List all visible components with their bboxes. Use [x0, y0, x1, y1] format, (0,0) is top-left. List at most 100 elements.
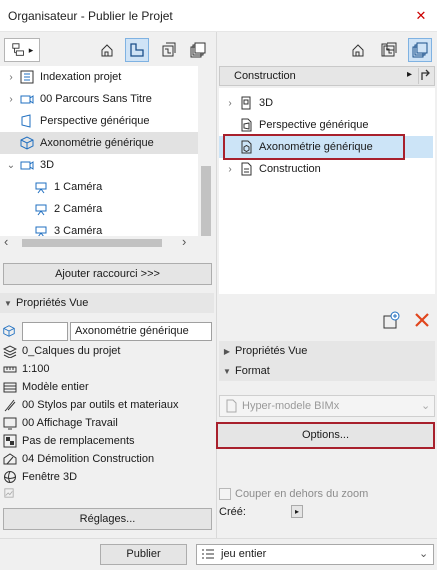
project-map-icon — [101, 44, 113, 57]
tree-item-perspective-doc[interactable]: Perspective générique — [219, 114, 433, 136]
view-name-field[interactable]: Axonométrie générique — [70, 322, 212, 341]
prop-label: 1:100 — [22, 363, 50, 375]
options-button[interactable]: Options... — [216, 422, 435, 449]
collapse-triangle-icon: ▼ — [223, 366, 231, 376]
chevron-down-icon: ⌄ — [419, 548, 429, 560]
layout-book-icon — [162, 42, 176, 57]
expand-chevron-icon[interactable]: › — [4, 72, 18, 83]
scrollbar-thumb[interactable] — [22, 239, 162, 247]
scale-row[interactable]: 1:100 — [2, 360, 50, 378]
pen-set-row[interactable]: 00 Stylos par outils et materiaux — [2, 396, 179, 414]
bimx-format-icon — [224, 399, 238, 416]
expand-chevron-icon[interactable]: › — [4, 94, 18, 105]
renovation-icon — [2, 452, 18, 466]
created-arrow-button[interactable]: ▸ — [291, 505, 303, 518]
layout-book-button-2[interactable] — [378, 38, 402, 62]
tree-horizontal-scrollbar[interactable]: ‹ › — [0, 234, 198, 250]
nav-mode-button[interactable]: ▸ — [4, 38, 40, 62]
publish-scope-select[interactable]: jeu entier ⌄ — [196, 544, 434, 565]
3d-window-icon — [2, 470, 18, 484]
view-id-input[interactable] — [22, 322, 68, 341]
image-placeholder-icon — [4, 488, 14, 501]
tree-item-label: Indexation projet — [40, 71, 122, 83]
scrollbar-thumb[interactable] — [201, 166, 211, 236]
tree-item-label: 3D — [40, 159, 55, 171]
tree-item-label: Perspective générique — [259, 119, 369, 131]
prop-label: 00 Affichage Travail — [22, 417, 118, 429]
tree-item-indexation[interactable]: › Indexation projet — [0, 66, 198, 88]
folder-3d-icon — [237, 95, 255, 111]
format-header[interactable]: ▼ Format — [219, 361, 435, 381]
crop-checkbox[interactable] — [219, 488, 231, 500]
camera-icon — [32, 179, 50, 195]
scope-value: jeu entier — [221, 548, 267, 560]
crop-label: Couper en dehors du zoom — [235, 488, 369, 500]
crop-checkbox-row[interactable]: Couper en dehors du zoom — [219, 486, 368, 502]
tree-item-label: Axonométrie générique — [40, 137, 154, 149]
tree-item-3d[interactable]: ⌄ 3D — [0, 154, 198, 176]
tree-item-axonometry[interactable]: Axonométrie générique — [0, 132, 198, 154]
prop-label: 00 Stylos par outils et materiaux — [22, 399, 179, 411]
publisher-sets-button[interactable] — [408, 38, 432, 62]
right-view-properties-header[interactable]: ▶ Propriétés Vue — [219, 341, 435, 361]
model-view-options-row[interactable]: 00 Affichage Travail — [2, 414, 118, 432]
publisher-set-bar[interactable]: Construction ▸ — [219, 66, 435, 86]
layout-book-button[interactable] — [157, 38, 181, 62]
format-value: Hyper-modele BIMx — [242, 400, 340, 412]
camera-group-icon — [18, 157, 36, 173]
tree-item-label: Perspective générique — [40, 115, 150, 127]
publisher-sets-button[interactable] — [186, 38, 210, 62]
project-map-button[interactable] — [97, 38, 121, 62]
set-dropdown-arrow-icon[interactable]: ▸ — [407, 69, 412, 80]
collapse-triangle-icon: ▼ — [4, 298, 12, 308]
publish-button[interactable]: Publier — [100, 544, 187, 565]
structure-display-row[interactable]: Modèle entier — [2, 378, 89, 396]
format-select[interactable]: Hyper-modele BIMx ⌄ — [219, 395, 435, 417]
collapse-chevron-icon[interactable]: ⌄ — [4, 160, 18, 171]
add-shortcut-button[interactable]: Ajouter raccourci >>> — [3, 263, 212, 285]
scope-icon — [201, 548, 215, 565]
tree-item-construction-folder[interactable]: › Construction — [219, 158, 433, 180]
tree-item-label: 2 Caméra — [54, 203, 103, 215]
tree-item-label: 00 Parcours Sans Titre — [40, 93, 152, 105]
publisher-sets-icon — [190, 42, 206, 58]
graphic-override-row[interactable]: Pas de remplacements — [2, 432, 135, 450]
nav-dropdown-arrow-icon: ▸ — [28, 44, 34, 55]
section-title: Propriétés Vue — [235, 345, 308, 357]
go-up-icon[interactable] — [418, 68, 434, 84]
tree-item-parcours[interactable]: › 00 Parcours Sans Titre — [0, 88, 198, 110]
publisher-tree: › 3D Perspective générique Axonométrie g… — [219, 88, 435, 294]
tree-item-perspective[interactable]: Perspective générique — [0, 110, 198, 132]
selection-highlight-box — [223, 134, 405, 160]
view-properties-header[interactable]: ▼ Propriétés Vue — [0, 293, 214, 313]
view-map-button[interactable] — [125, 38, 149, 62]
folder-doc-icon — [237, 161, 255, 177]
close-icon[interactable]: ✕ — [411, 7, 431, 25]
prop-label: Modèle entier — [22, 381, 89, 393]
prop-label: Pas de remplacements — [22, 435, 135, 447]
camera-path-icon — [18, 91, 36, 107]
renovation-filter-row[interactable]: 04 Démolition Construction — [2, 450, 154, 468]
delete-icon[interactable] — [413, 311, 431, 332]
bottom-bar: Publier jeu entier ⌄ — [0, 538, 437, 570]
tree-mode-icon — [12, 43, 24, 56]
expand-chevron-icon[interactable]: › — [223, 98, 237, 109]
scroll-right-icon[interactable]: › — [182, 234, 186, 249]
view-id-row: Axonométrie générique — [2, 322, 214, 341]
scroll-left-icon[interactable]: ‹ — [4, 234, 8, 249]
view-cube-icon — [2, 324, 16, 341]
project-map-icon — [352, 44, 364, 57]
settings-button[interactable]: Réglages... — [3, 508, 212, 530]
3d-window-row[interactable]: Fenêtre 3D — [2, 468, 77, 486]
layers-icon — [2, 344, 18, 358]
tree-item-camera-1[interactable]: 1 Caméra — [0, 176, 198, 198]
tree-vertical-scrollbar[interactable] — [198, 66, 214, 240]
publisher-set-name: Construction — [234, 70, 296, 82]
new-publisher-item-icon[interactable] — [383, 311, 401, 332]
display-icon — [2, 416, 18, 430]
expand-chevron-icon[interactable]: › — [223, 164, 237, 175]
layer-set-row[interactable]: 0_Calques du projet — [2, 342, 120, 360]
tree-item-camera-2[interactable]: 2 Caméra — [0, 198, 198, 220]
project-map-button[interactable] — [348, 38, 372, 62]
tree-item-3d-folder[interactable]: › 3D — [219, 92, 433, 114]
